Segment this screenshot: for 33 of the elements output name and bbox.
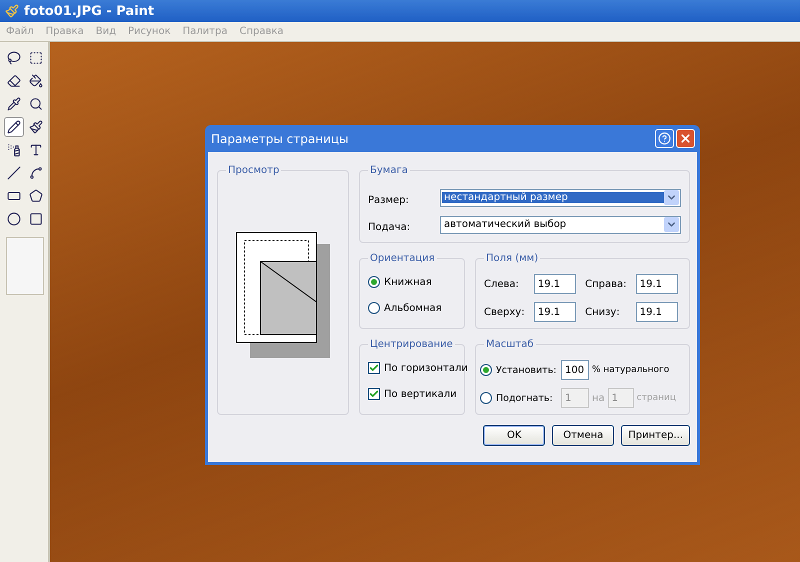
dropdown[interactable]: нестандартный размер [440,188,681,206]
group-title: Просмотр [227,165,280,176]
field-label: страниц [636,393,676,403]
field-label: Справа: [585,278,628,290]
dropdown[interactable]: автоматический выбор [440,216,681,234]
checkbox-label: По горизонтали [384,362,468,374]
field-label: Снизу: [585,306,621,318]
radio-label: Альбомная [384,302,442,314]
field-label: Слева: [484,278,520,290]
radio-label: Книжная [384,276,432,288]
field-label: Подача: [368,222,410,233]
group-title: Центрирование [369,339,454,350]
group-title: Поля (мм) [485,253,540,264]
window-title: foto01.JPG - Paint [24,4,154,18]
input-field[interactable]: 19.1 [534,302,576,322]
input-field[interactable]: 100 [561,360,589,380]
input-field[interactable]: 19.1 [636,274,678,294]
field-label: Размер: [368,195,409,206]
field-label: Сверху: [484,306,526,318]
input-field[interactable]: 19.1 [636,302,678,322]
dialog-button[interactable]: Принтер... [621,425,690,446]
dialog-title: Параметры страницы [211,132,349,146]
group-title: Бумага [369,165,409,176]
radio-label: Установить: [496,364,558,376]
field-label: % натурального [592,365,670,375]
field-label: на [592,392,605,404]
dialog-button[interactable]: Отмена [552,425,614,446]
group-title: Ориентация [369,253,436,264]
dialog-button[interactable]: OK [483,425,546,446]
group-title: Масштаб [485,339,535,350]
checkbox-label: По вертикали [384,388,457,400]
input-field[interactable]: 19.1 [534,274,576,294]
radio-label: Подогнать: [496,392,554,404]
